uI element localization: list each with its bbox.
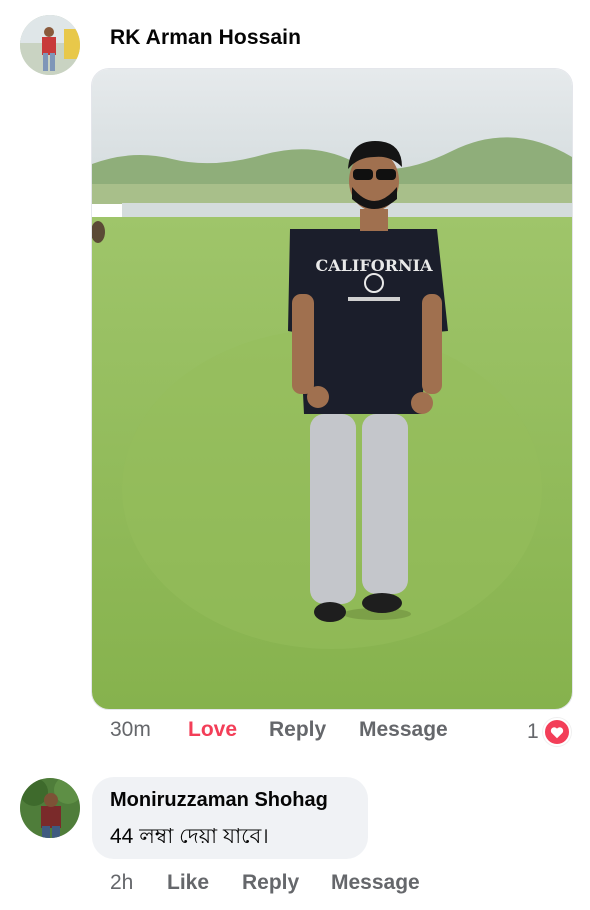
photo-image: CALIFORNIA xyxy=(92,69,572,709)
reply-comment-actions: 2h Like Reply Message xyxy=(0,871,590,899)
comment-attached-photo[interactable]: CALIFORNIA xyxy=(91,68,573,710)
reply-commenter-avatar[interactable] xyxy=(20,778,80,838)
comment-actions: 30m Love Reply Message xyxy=(0,718,590,746)
svg-text:CALIFORNIA: CALIFORNIA xyxy=(316,256,434,275)
commenter-name[interactable]: RK Arman Hossain xyxy=(110,26,301,50)
reply-comment-text: 44 লম্বা দেয়া যাবে। xyxy=(110,825,269,848)
avatar-photo xyxy=(20,15,80,75)
comment-timestamp[interactable]: 30m xyxy=(110,718,151,742)
reply-comment-timestamp[interactable]: 2h xyxy=(110,871,133,895)
commenter-avatar[interactable] xyxy=(20,15,80,75)
reply-comment-bubble: Moniruzzaman Shohag 44 লম্বা দেয়া যাবে। xyxy=(92,777,368,859)
love-reaction-button[interactable]: Love xyxy=(188,718,237,742)
message-button[interactable]: Message xyxy=(359,718,448,742)
reaction-summary[interactable]: 1 xyxy=(527,718,571,746)
reply-commenter-name[interactable]: Moniruzzaman Shohag xyxy=(110,789,328,812)
reply-button[interactable]: Reply xyxy=(269,718,326,742)
avatar-photo xyxy=(20,778,80,838)
reaction-count: 1 xyxy=(527,720,539,743)
heart-icon xyxy=(542,718,571,746)
reply-button[interactable]: Reply xyxy=(242,871,299,895)
like-button[interactable]: Like xyxy=(167,871,209,895)
message-button[interactable]: Message xyxy=(331,871,420,895)
